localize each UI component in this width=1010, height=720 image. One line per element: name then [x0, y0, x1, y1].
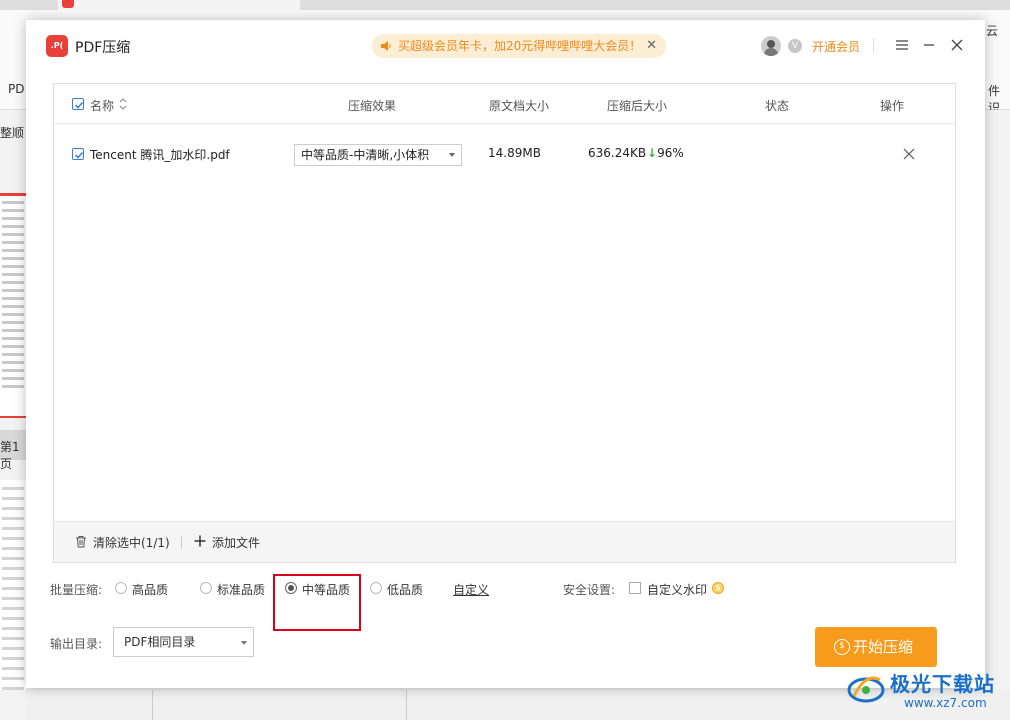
- quality-label: 标准品质: [217, 583, 266, 597]
- background-page-label-bar: 第1页: [0, 430, 26, 471]
- file-panel-footer: 清除选中(1/1) 添加文件: [54, 521, 955, 562]
- add-file-button[interactable]: 添加文件: [194, 534, 260, 551]
- minimize-icon[interactable]: [919, 34, 939, 56]
- background-tab-logo-icon: [62, 0, 74, 8]
- remove-file-icon[interactable]: [903, 148, 915, 160]
- clear-selected-label: 清除选中(1/1): [93, 536, 170, 550]
- batch-compress-label: 批量压缩:: [50, 583, 103, 597]
- titlebar-divider: [873, 38, 874, 52]
- background-right-panel: [985, 110, 1010, 690]
- column-header-original-size: 原文档大小: [489, 99, 550, 113]
- custom-watermark-checkbox[interactable]: [629, 582, 641, 594]
- promo-text: 买超级会员年卡，加20元得哔哩哔哩大会员！: [398, 39, 642, 53]
- down-arrow-icon: ↓: [647, 146, 658, 160]
- coin-icon: $: [712, 582, 724, 594]
- vip-badge-icon: V: [788, 39, 802, 53]
- add-file-label: 添加文件: [212, 536, 261, 550]
- output-directory-label: 输出目录:: [50, 637, 103, 651]
- select-all-checkbox[interactable]: [72, 98, 84, 110]
- column-header-effect: 压缩效果: [348, 99, 397, 113]
- open-vip-link[interactable]: 开通会员: [812, 38, 860, 55]
- compression-effect-value: 中等品质-中清晰,小体积: [301, 148, 430, 162]
- start-compress-button[interactable]: $ 开始压缩: [815, 627, 937, 667]
- custom-quality-link[interactable]: 自定义: [453, 581, 489, 598]
- dialog-title: PDF压缩: [75, 40, 131, 56]
- pdf-app-logo-icon: .P(: [46, 35, 68, 57]
- background-page-thumbnail-2[interactable]: [0, 480, 26, 690]
- clear-selected-button[interactable]: 清除选中(1/1): [75, 534, 170, 551]
- watermark-site-name: 极光下载站: [890, 672, 995, 696]
- promo-banner[interactable]: 买超级会员年卡，加20元得哔哩哔哩大会员！ ✕: [372, 34, 666, 58]
- trash-icon: [76, 536, 86, 548]
- plus-icon: [194, 535, 206, 547]
- compress-icon: $: [834, 639, 850, 655]
- watermark-site-url: www.xz7.com: [904, 696, 987, 710]
- speaker-icon: [381, 41, 391, 51]
- quality-label: 高品质: [132, 583, 169, 597]
- background-cloud-label: 云: [986, 24, 999, 38]
- selection-highlight-box: [273, 574, 361, 631]
- table-header: 名称 压缩效果 原文档大小 压缩后大小 状态 操作: [54, 84, 955, 124]
- background-side-label: 整顺: [0, 126, 25, 140]
- column-header-action: 操作: [880, 99, 905, 113]
- background-toolbar-label: PD: [8, 82, 25, 96]
- aurora-logo-icon: [847, 676, 885, 703]
- column-header-status: 状态: [765, 99, 790, 113]
- start-compress-label: 开始压缩: [853, 638, 914, 656]
- sort-icon[interactable]: [119, 97, 127, 111]
- radio-circle: [370, 582, 382, 594]
- row-checkbox[interactable]: [72, 148, 84, 160]
- output-directory-value: PDF相同目录: [124, 635, 196, 649]
- background-page-thumbnail[interactable]: [0, 193, 26, 418]
- site-watermark: 极光下载站 www.xz7.com: [846, 664, 1006, 716]
- close-icon[interactable]: [947, 34, 967, 56]
- size-reduction: ↓96%: [647, 146, 684, 160]
- dialog-title-bar: .P( PDF压缩 买超级会员年卡，加20元得哔哩哔哩大会员！ ✕ V 开通会员: [26, 20, 985, 70]
- promo-close-icon[interactable]: ✕: [646, 34, 657, 58]
- compressed-size: 636.24KB: [588, 146, 647, 160]
- background-active-tab[interactable]: [58, 0, 300, 10]
- radio-circle: [115, 582, 127, 594]
- output-directory-select[interactable]: PDF相同目录: [113, 627, 254, 657]
- compression-effect-select[interactable]: 中等品质-中清晰,小体积: [294, 144, 462, 166]
- column-header-name[interactable]: 名称: [90, 97, 114, 114]
- file-name: Tencent 腾讯_加水印.pdf: [90, 148, 230, 162]
- original-size: 14.89MB: [488, 146, 541, 160]
- radio-circle: [200, 582, 212, 594]
- quality-label: 低品质: [387, 583, 424, 597]
- table-row[interactable]: Tencent 腾讯_加水印.pdf 中等品质-中清晰,小体积 14.89MB …: [54, 124, 955, 184]
- footer-divider: [181, 536, 182, 549]
- column-header-compressed-size: 压缩后大小: [607, 99, 668, 113]
- reduction-percent: 96%: [657, 146, 684, 160]
- chevron-down-icon: [241, 641, 247, 645]
- user-avatar[interactable]: [761, 36, 781, 56]
- menu-icon[interactable]: [892, 34, 912, 56]
- custom-watermark-label: 自定义水印: [647, 583, 708, 597]
- chevron-down-icon: [449, 153, 455, 157]
- file-list-panel: 名称 压缩效果 原文档大小 压缩后大小 状态 操作 Tencent 腾讯_加水印…: [53, 83, 956, 563]
- pdf-compress-dialog: .P( PDF压缩 买超级会员年卡，加20元得哔哩哔哩大会员！ ✕ V 开通会员: [26, 20, 985, 688]
- background-page-label: 第1页: [0, 440, 20, 471]
- security-settings-label: 安全设置:: [563, 583, 616, 597]
